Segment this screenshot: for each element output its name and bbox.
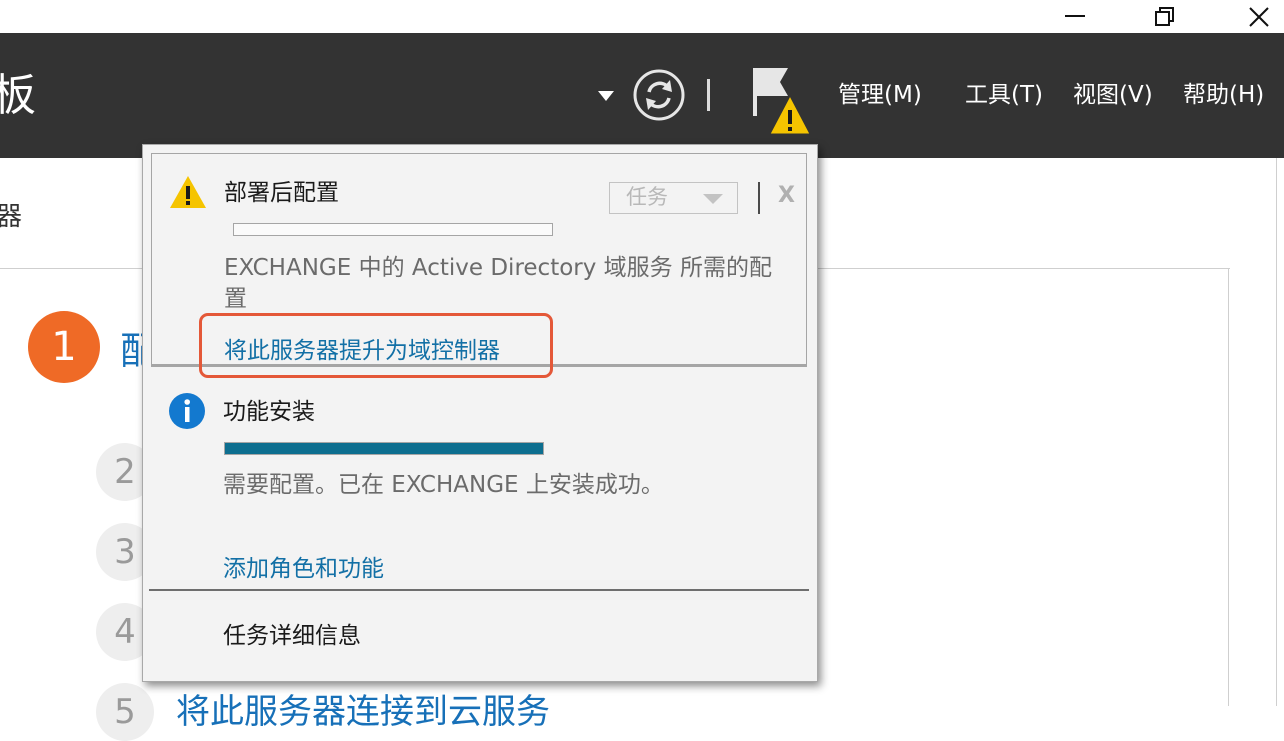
post-deploy-description-line2: 置 (224, 286, 247, 312)
restore-button[interactable] (1142, 0, 1188, 33)
page-title: 器 (0, 202, 23, 232)
refresh-icon[interactable] (632, 68, 686, 122)
post-deploy-description-line1: EXCHANGE 中的 Active Directory 域服务 所需的配 (224, 255, 772, 281)
post-deploy-title: 部署后配置 (224, 180, 339, 206)
step-1-badge: 1 (28, 311, 100, 383)
step-5-link[interactable]: 将此服务器连接到云服务 (176, 684, 550, 733)
menu-manage[interactable]: 管理(M) (838, 80, 922, 110)
header-separator (707, 79, 710, 111)
feature-install-progress (224, 442, 544, 455)
toolbar-separator (758, 182, 760, 214)
menu-view[interactable]: 视图(V) (1073, 80, 1153, 110)
feature-install-description: 需要配置。已在 EXCHANGE 上安装成功。 (223, 472, 664, 498)
server-manager-header: 板 管理(M) 工具(T) 视图(V) 帮助(H) (0, 33, 1284, 158)
minimize-button[interactable] (1052, 0, 1098, 33)
feature-install-progress-fill (225, 443, 543, 454)
dropdown-arrow-icon[interactable] (597, 90, 615, 102)
minimize-icon (1065, 14, 1085, 17)
window-title-bar (0, 0, 1284, 33)
notification-flag-warning-icon[interactable] (750, 66, 812, 136)
close-window-button[interactable] (1236, 0, 1282, 33)
task-dropdown-label: 任务 (626, 185, 668, 209)
notifications-popup: 部署后配置 任务 X EXCHANGE 中的 Active Directory … (142, 144, 818, 682)
info-icon (169, 393, 205, 429)
popup-divider (149, 589, 809, 591)
scrollbar-edge (1276, 158, 1277, 706)
feature-install-title: 功能安装 (223, 399, 315, 425)
post-deploy-progress (233, 223, 553, 236)
restore-icon (1155, 6, 1174, 26)
add-roles-features-link[interactable]: 添加角色和功能 (223, 549, 384, 583)
close-icon (1249, 6, 1269, 27)
annotation-highlight-box (199, 313, 553, 378)
header-title: 板 (0, 70, 36, 121)
task-dropdown[interactable]: 任务 (609, 182, 738, 214)
menu-help[interactable]: 帮助(H) (1183, 80, 1264, 110)
chevron-down-icon (703, 194, 723, 204)
content-right-border (1228, 268, 1229, 706)
warning-icon (170, 176, 206, 208)
close-notification-button[interactable]: X (778, 183, 795, 208)
task-details-link[interactable]: 任务详细信息 (223, 616, 361, 650)
step-5-badge: 5 (96, 683, 154, 741)
menu-tools[interactable]: 工具(T) (965, 80, 1043, 110)
